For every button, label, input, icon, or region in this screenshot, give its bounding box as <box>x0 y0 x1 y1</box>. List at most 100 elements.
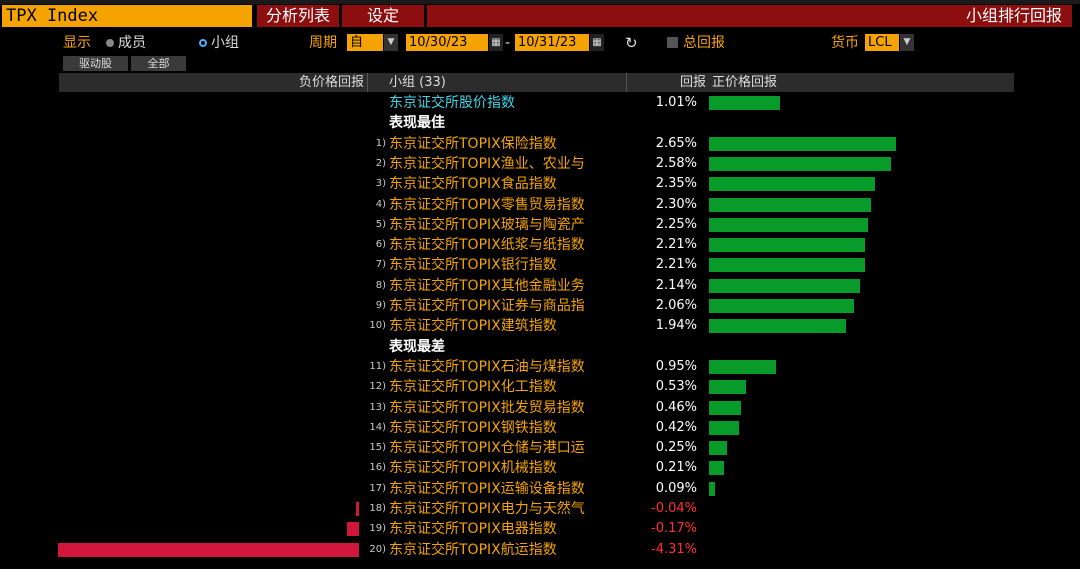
positive-bar <box>709 278 860 293</box>
row-name[interactable]: 东京证交所TOPIX零售贸易指数 <box>389 195 629 215</box>
negative-bar <box>356 502 359 516</box>
row-return: 2.14% <box>655 277 697 293</box>
row-name[interactable]: 东京证交所TOPIX证券与商品指 <box>389 296 629 316</box>
subtab-drivers[interactable]: 驱动股 <box>63 56 128 71</box>
row-return: 0.53% <box>655 379 697 395</box>
row-return: 2.21% <box>655 257 697 273</box>
row-rank: 1) <box>375 137 386 149</box>
positive-bar <box>709 156 891 171</box>
positive-bar <box>709 319 846 334</box>
radio-group-label: 小组 <box>211 35 239 51</box>
row-name[interactable]: 东京证交所TOPIX仓储与港口运 <box>389 438 629 458</box>
section-best: 表现最佳 <box>389 115 445 132</box>
column-divider <box>626 73 627 92</box>
positive-bar <box>709 380 747 395</box>
row-rank: 12) <box>369 381 386 393</box>
row-name[interactable]: 东京证交所TOPIX食品指数 <box>389 174 629 194</box>
positive-bar <box>709 420 739 435</box>
row-name[interactable]: 东京证交所TOPIX纸浆与纸指数 <box>389 235 629 255</box>
row-name[interactable]: 东京证交所TOPIX渔业、农业与 <box>389 154 629 174</box>
row-name[interactable]: 东京证交所TOPIX运输设备指数 <box>389 479 629 499</box>
row-name[interactable]: 东京证交所TOPIX其他金融业务 <box>389 276 629 296</box>
row-name[interactable]: 东京证交所TOPIX航运指数 <box>389 540 629 560</box>
positive-bar <box>709 96 781 110</box>
negative-bar <box>58 542 359 557</box>
row-rank: 11) <box>369 360 386 372</box>
row-return: 2.58% <box>655 155 697 171</box>
row-return: 0.25% <box>655 440 697 456</box>
refresh-icon[interactable]: ↻ <box>625 34 638 52</box>
table-header <box>59 73 1014 92</box>
row-return: 2.35% <box>655 176 697 192</box>
positive-bar <box>709 177 875 192</box>
subtab-all[interactable]: 全部 <box>131 56 186 71</box>
col-group[interactable]: 小组 (33) <box>389 73 446 92</box>
positive-bar <box>709 238 865 253</box>
calendar-icon[interactable]: ▦ <box>489 34 503 51</box>
positive-bar <box>709 441 727 456</box>
row-name[interactable]: 东京证交所TOPIX电力与天然气 <box>389 499 629 519</box>
col-neg-return[interactable]: 负价格回报 <box>280 73 364 92</box>
row-name[interactable]: 东京证交所TOPIX保险指数 <box>389 134 629 154</box>
row-rank: 2) <box>375 157 386 169</box>
period-label: 周期 <box>309 35 337 51</box>
col-pos-return[interactable]: 正价格回报 <box>712 73 777 92</box>
row-return: 0.42% <box>655 419 697 435</box>
chevron-down-icon[interactable]: ▼ <box>900 34 914 51</box>
row-name[interactable]: 东京证交所TOPIX建筑指数 <box>389 316 629 336</box>
row-name[interactable]: 东京证交所TOPIX机械指数 <box>389 458 629 478</box>
positive-bar <box>709 481 716 496</box>
currency-label: 货币 <box>831 35 859 51</box>
positive-bar <box>709 400 742 415</box>
row-rank: 15) <box>369 442 386 454</box>
row-name[interactable]: 东京证交所TOPIX钢铁指数 <box>389 418 629 438</box>
total-return-checkbox[interactable] <box>667 37 678 48</box>
row-name[interactable]: 东京证交所股价指数 <box>389 93 629 113</box>
row-name[interactable]: 东京证交所TOPIX化工指数 <box>389 377 629 397</box>
row-rank: 14) <box>369 421 386 433</box>
ticker-field[interactable]: TPX Index <box>2 5 252 27</box>
row-rank: 10) <box>369 320 386 332</box>
positive-bar <box>709 461 724 476</box>
date-separator: - <box>505 35 511 51</box>
date-to-field[interactable]: 10/31/23 <box>515 34 589 51</box>
tab-settings[interactable]: 设定 <box>342 5 424 27</box>
row-return: 0.95% <box>655 358 697 374</box>
page-title: 小组排行回报 <box>427 5 1072 27</box>
row-return: 1.94% <box>655 318 697 334</box>
period-select[interactable]: 自 <box>347 34 383 51</box>
positive-bar <box>709 359 776 374</box>
date-from-field[interactable]: 10/30/23 <box>406 34 488 51</box>
negative-bar <box>347 522 359 537</box>
row-return: -0.04% <box>651 501 697 516</box>
row-return: 2.30% <box>655 196 697 212</box>
row-name[interactable]: 东京证交所TOPIX银行指数 <box>389 255 629 275</box>
tab-analysis-list[interactable]: 分析列表 <box>257 5 339 27</box>
positive-bar <box>709 258 865 273</box>
row-return: 2.65% <box>655 135 697 151</box>
row-name[interactable]: 东京证交所TOPIX电器指数 <box>389 519 629 539</box>
calendar-icon[interactable]: ▦ <box>590 34 604 51</box>
row-rank: 4) <box>375 198 386 210</box>
row-rank: 7) <box>375 259 386 271</box>
currency-select[interactable]: LCL <box>865 34 899 51</box>
chevron-down-icon[interactable]: ▼ <box>384 34 398 51</box>
display-label: 显示 <box>63 35 91 51</box>
row-name[interactable]: 东京证交所TOPIX批发贸易指数 <box>389 398 629 418</box>
column-divider <box>367 73 368 92</box>
radio-members[interactable]: 成员 <box>106 34 146 52</box>
row-return: 2.25% <box>655 216 697 232</box>
row-return: 0.09% <box>655 480 697 496</box>
row-return: 0.46% <box>655 399 697 415</box>
radio-group[interactable]: 小组 <box>199 34 239 52</box>
row-rank: 3) <box>375 178 386 190</box>
section-worst: 表现最差 <box>389 338 445 355</box>
row-return: 0.21% <box>655 460 697 476</box>
row-name[interactable]: 东京证交所TOPIX石油与煤指数 <box>389 357 629 377</box>
row-name[interactable]: 东京证交所TOPIX玻璃与陶瓷产 <box>389 215 629 235</box>
row-return: -4.31% <box>651 541 697 557</box>
row-return: 1.01% <box>655 95 697 110</box>
row-return: -0.17% <box>651 521 697 537</box>
radio-on-icon <box>199 39 207 47</box>
col-return[interactable]: 回报 <box>640 73 706 92</box>
